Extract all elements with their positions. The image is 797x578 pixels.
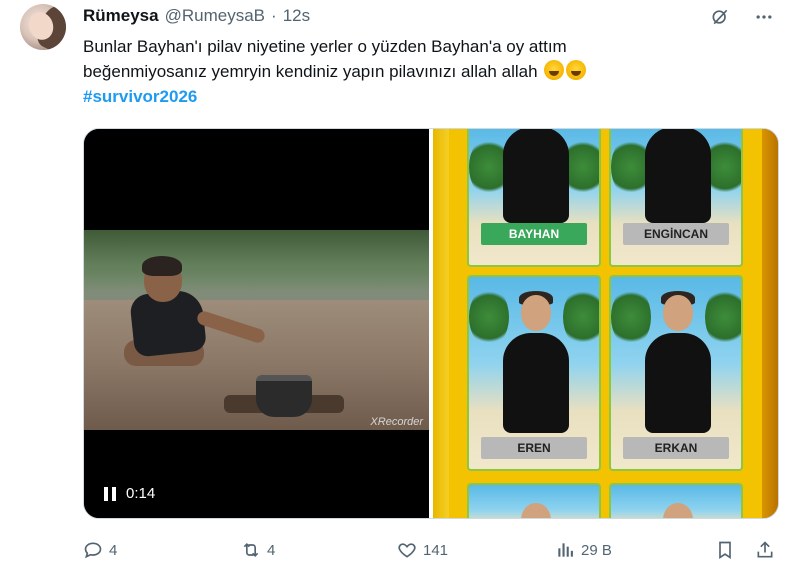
palm-decoration <box>469 287 509 347</box>
reply-icon <box>84 542 102 559</box>
bookmark-icon <box>719 541 731 560</box>
share-icon <box>757 541 773 558</box>
rofl-emoji-icon <box>544 60 565 80</box>
tweet-actions: 4 4 141 29 B <box>83 540 777 562</box>
contestant-head <box>663 503 693 518</box>
bookmark-button[interactable] <box>715 540 735 560</box>
video-trees <box>84 230 429 290</box>
collage-right-border <box>762 129 778 518</box>
views-button[interactable]: 29 B <box>555 540 612 560</box>
image-collage[interactable]: BAYHAN ENGİNCAN EREN ERKAN <box>433 129 778 518</box>
contestant-figure <box>645 129 711 223</box>
video-pot <box>256 375 312 417</box>
repost-count: 4 <box>267 541 276 559</box>
contestant-card: ERKAN <box>609 275 743 471</box>
repost-icon <box>243 542 259 558</box>
repost-button[interactable]: 4 <box>241 540 275 560</box>
tweet-text-line-2: beğenmiyosanız yemryin kendiniz yapın pi… <box>83 62 538 81</box>
contestant-name: ERKAN <box>623 437 729 459</box>
video-watermark: XRecorder <box>370 416 423 428</box>
more-icon[interactable] <box>753 6 775 28</box>
tweet-text: Bunlar Bayhan'ı pilav niyetine yerler o … <box>83 34 763 109</box>
video-player[interactable]: XRecorder 0:14 <box>84 129 429 518</box>
author-handle[interactable]: @RumeysaB <box>165 6 265 26</box>
share-button[interactable] <box>755 540 775 560</box>
contestant-card <box>467 483 601 518</box>
contestant-card: BAYHAN <box>467 129 601 267</box>
separator: · <box>271 6 277 25</box>
heart-icon <box>398 543 416 558</box>
author-name[interactable]: Rümeysa <box>83 6 159 26</box>
video-man-hair <box>142 256 182 276</box>
contestant-head <box>521 503 551 518</box>
tweet-header: Rümeysa @RumeysaB · 12s <box>83 6 310 28</box>
contestant-name: BAYHAN <box>481 223 587 245</box>
tweet: Rümeysa @RumeysaB · 12s Bunlar Bayhan'ı … <box>0 0 797 578</box>
contestant-head <box>663 295 693 331</box>
media-container: XRecorder 0:14 BAYHAN ENGİNCAN EREN ERKA… <box>83 128 779 519</box>
collage-stripe <box>433 129 449 518</box>
video-frame: XRecorder <box>84 230 429 430</box>
tweet-text-line-1: Bunlar Bayhan'ı pilav niyetine yerler o … <box>83 37 567 56</box>
hashtag-link[interactable]: #survivor2026 <box>83 87 197 106</box>
avatar[interactable] <box>20 4 66 50</box>
palm-decoration <box>611 287 651 347</box>
views-icon <box>558 543 573 557</box>
reply-button[interactable]: 4 <box>83 540 117 560</box>
contestant-figure <box>503 333 569 433</box>
like-count: 141 <box>423 541 449 559</box>
contestant-figure <box>503 129 569 223</box>
top-actions <box>709 6 775 28</box>
contestant-card: ENGİNCAN <box>609 129 743 267</box>
pause-icon[interactable] <box>104 486 118 501</box>
palm-decoration <box>563 287 599 347</box>
grok-icon[interactable] <box>709 6 731 28</box>
timestamp[interactable]: 12s <box>283 6 310 26</box>
like-button[interactable]: 141 <box>397 540 448 560</box>
contestant-name: EREN <box>481 437 587 459</box>
contestant-head <box>521 295 551 331</box>
contestant-card <box>609 483 743 518</box>
contestant-figure <box>645 333 711 433</box>
palm-decoration <box>705 287 741 347</box>
reply-count: 4 <box>109 541 118 559</box>
contestant-name: ENGİNCAN <box>623 223 729 245</box>
video-elapsed: 0:14 <box>126 485 156 502</box>
views-count: 29 B <box>581 541 612 559</box>
contestant-card: EREN <box>467 275 601 471</box>
video-controls: 0:14 <box>104 485 155 502</box>
rofl-emoji-icon <box>566 60 587 80</box>
